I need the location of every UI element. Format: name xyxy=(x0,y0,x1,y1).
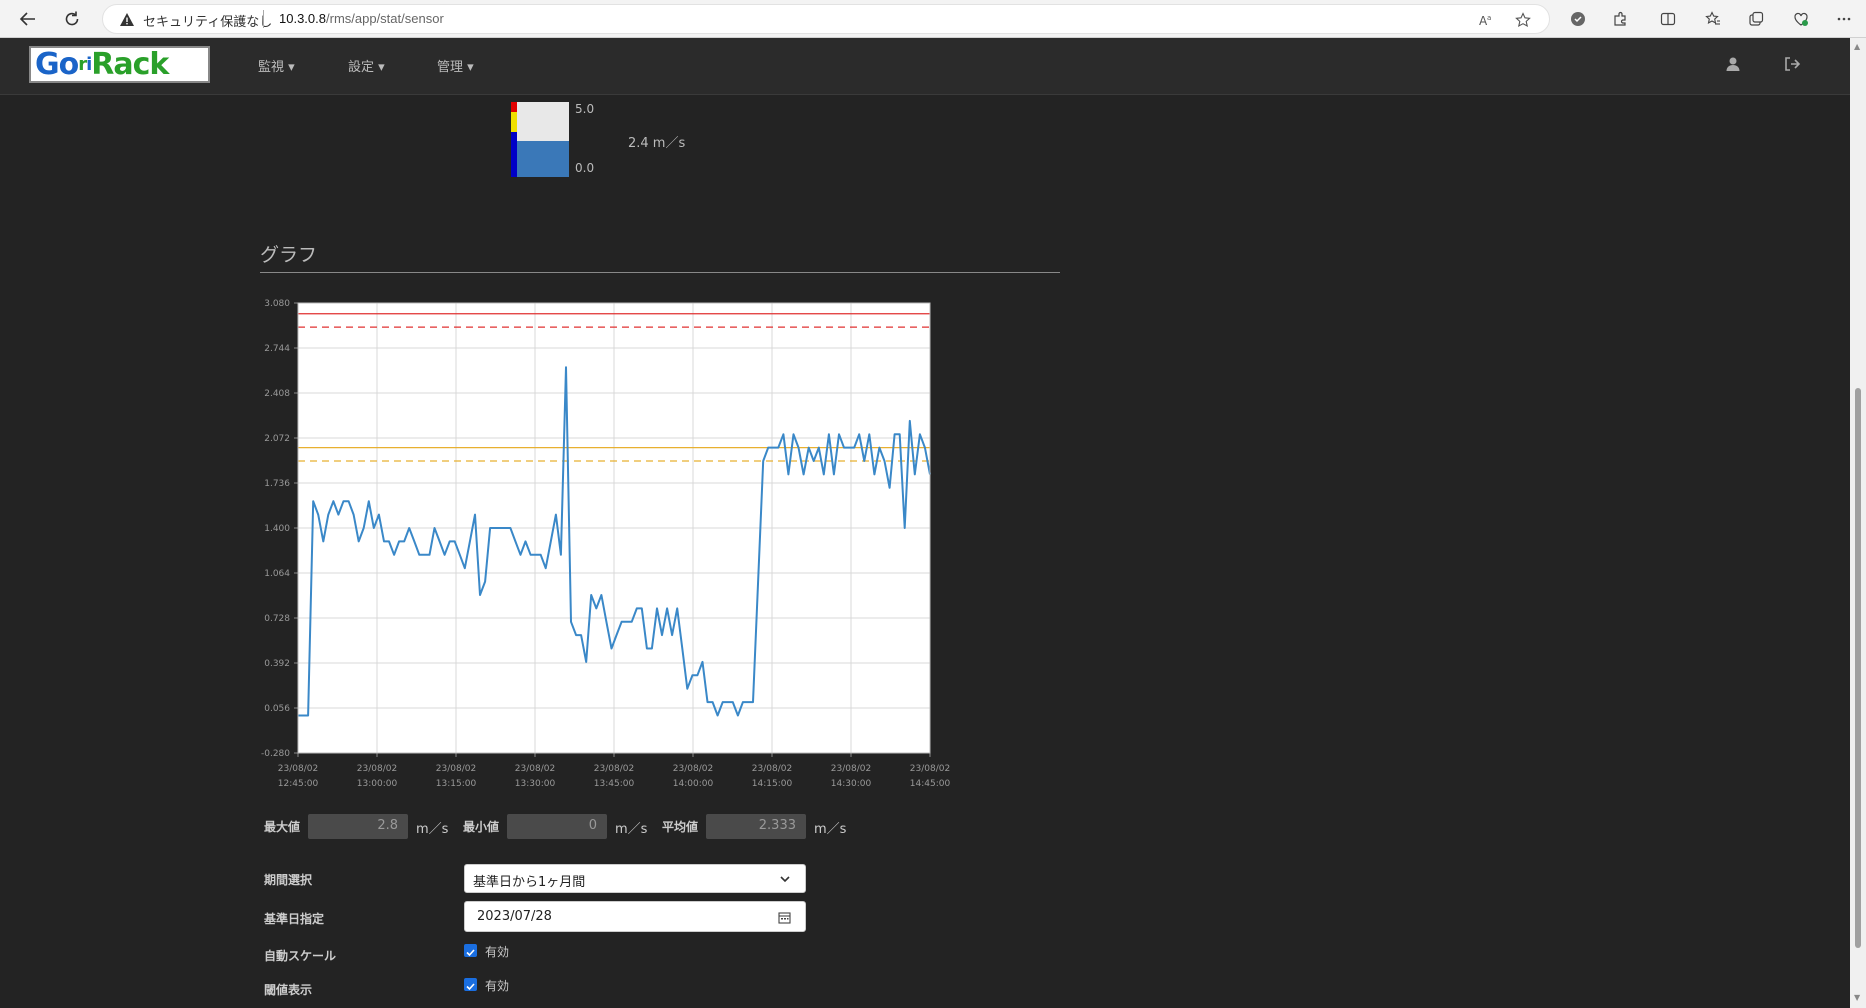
y-tick-label: 0.056 xyxy=(264,704,290,714)
x-tick-label-date: 23/08/02 xyxy=(673,764,713,774)
y-tick-label: -0.280 xyxy=(261,749,290,759)
read-aloud-icon[interactable]: Aa xyxy=(1478,12,1494,28)
y-tick-label: 0.392 xyxy=(264,659,290,669)
scroll-down-icon[interactable]: ▼ xyxy=(1854,993,1860,1002)
y-tick-label: 1.400 xyxy=(264,524,290,534)
gauge-body xyxy=(517,102,569,177)
base-date-input[interactable]: 2023/07/28 xyxy=(464,901,806,932)
period-select-value: 基準日から1ヶ月間 xyxy=(473,875,586,890)
calendar-icon[interactable] xyxy=(778,911,791,924)
autoscale-option-label: 有効 xyxy=(485,945,510,959)
x-tick-label-time: 14:30:00 xyxy=(831,779,872,789)
graph-section-title: グラフ xyxy=(260,244,318,266)
browser-essentials-icon[interactable] xyxy=(1793,11,1809,27)
nav-menu-monitor[interactable]: 監視 ▾ xyxy=(258,56,295,75)
x-tick-label-time: 14:00:00 xyxy=(673,779,714,789)
collections-icon[interactable] xyxy=(1748,11,1764,27)
period-select[interactable]: 基準日から1ヶ月間 xyxy=(464,864,806,893)
checkmark-icon xyxy=(466,949,475,957)
x-tick-label-date: 23/08/02 xyxy=(278,764,318,774)
url-text: 10.3.0.8/rms/app/stat/sensor xyxy=(279,11,444,26)
back-icon[interactable] xyxy=(16,7,40,31)
avg-value-field: 2.333 xyxy=(706,814,806,839)
svg-text:a: a xyxy=(1487,14,1491,22)
security-label: セキュリティ保護なし xyxy=(143,15,273,30)
x-tick-label-date: 23/08/02 xyxy=(594,764,634,774)
favorites-icon[interactable] xyxy=(1705,11,1721,27)
y-tick-label: 1.736 xyxy=(264,479,290,489)
x-tick-label-date: 23/08/02 xyxy=(910,764,950,774)
x-tick-label-time: 13:30:00 xyxy=(515,779,556,789)
app-navbar: Go r i Rack 監視 ▾ 設定 ▾ 管理 ▾ xyxy=(0,38,1850,95)
sensor-line-chart: 3.080 2.744 2.408 2.072 1.736 1.400 1.064 0.728… xyxy=(261,299,951,789)
autoscale-label: 自動スケール xyxy=(264,949,337,963)
y-tick-label: 2.744 xyxy=(264,344,290,354)
x-tick-label-time: 13:00:00 xyxy=(357,779,398,789)
period-select-label: 期間選択 xyxy=(264,873,313,887)
autoscale-checkbox[interactable] xyxy=(464,944,477,957)
page-scrollbar[interactable]: ▲ ▼ xyxy=(1850,38,1866,1008)
gauge-min-label: 0.0 xyxy=(575,161,595,175)
min-value-label: 最小値 xyxy=(463,820,500,834)
scrollbar-thumb[interactable] xyxy=(1855,388,1861,948)
extension-shield-icon[interactable] xyxy=(1570,11,1586,27)
avg-value-label: 平均値 xyxy=(662,820,699,834)
threshold-display-label: 閾値表示 xyxy=(264,983,313,997)
avg-value-unit: m／s xyxy=(814,822,847,837)
threshold-display-checkbox[interactable] xyxy=(464,978,477,991)
x-tick-label-time: 13:45:00 xyxy=(594,779,635,789)
split-screen-icon[interactable] xyxy=(1660,11,1676,27)
logout-icon[interactable] xyxy=(1783,55,1801,73)
base-date-label: 基準日指定 xyxy=(264,912,325,926)
browser-toolbar: セキュリティ保護なし 10.3.0.8/rms/app/stat/sensor … xyxy=(0,0,1866,38)
x-tick-label-date: 23/08/02 xyxy=(831,764,871,774)
checkmark-icon xyxy=(466,983,475,991)
section-divider xyxy=(260,272,1060,273)
gorirack-logo[interactable]: Go r i Rack xyxy=(29,46,210,83)
x-tick-label-date: 23/08/02 xyxy=(752,764,792,774)
gauge-current-value: 2.4 m／s xyxy=(628,136,686,151)
y-tick-label: 0.728 xyxy=(264,614,290,624)
y-tick-label: 2.072 xyxy=(264,434,290,444)
sensor-gauge xyxy=(511,102,571,177)
user-icon[interactable] xyxy=(1724,55,1742,73)
x-tick-label-time: 14:15:00 xyxy=(752,779,793,789)
url-separator xyxy=(263,10,264,28)
x-tick-label-date: 23/08/02 xyxy=(436,764,476,774)
max-value-label: 最大値 xyxy=(264,820,301,834)
y-tick-label: 2.408 xyxy=(264,389,290,399)
x-tick-label-date: 23/08/02 xyxy=(515,764,555,774)
nav-menu-settings[interactable]: 設定 ▾ xyxy=(348,56,385,75)
warning-icon xyxy=(120,13,134,26)
min-value-field: 0 xyxy=(507,814,607,839)
x-tick-label-time: 13:15:00 xyxy=(436,779,477,789)
x-tick-label-time: 14:45:00 xyxy=(910,779,951,789)
scroll-up-icon[interactable]: ▲ xyxy=(1854,42,1860,51)
min-value-unit: m／s xyxy=(615,822,648,837)
reload-icon[interactable] xyxy=(60,7,84,31)
y-tick-label: 1.064 xyxy=(264,569,290,579)
gauge-fill xyxy=(517,141,569,177)
gauge-max-label: 5.0 xyxy=(575,102,595,116)
y-tick-label: 3.080 xyxy=(264,299,290,309)
x-tick-label-date: 23/08/02 xyxy=(357,764,397,774)
nav-menu-admin[interactable]: 管理 ▾ xyxy=(437,56,474,75)
threshold-display-option-label: 有効 xyxy=(485,979,510,993)
extensions-icon[interactable] xyxy=(1612,11,1628,27)
max-value-field: 2.8 xyxy=(308,814,408,839)
more-menu-icon[interactable] xyxy=(1836,11,1852,27)
chevron-down-icon xyxy=(780,876,790,883)
favorite-star-icon[interactable] xyxy=(1515,12,1531,28)
base-date-value: 2023/07/28 xyxy=(477,909,552,924)
address-bar[interactable]: セキュリティ保護なし 10.3.0.8/rms/app/stat/sensor … xyxy=(102,4,1550,34)
max-value-unit: m／s xyxy=(416,822,449,837)
x-tick-label-time: 12:45:00 xyxy=(278,779,319,789)
